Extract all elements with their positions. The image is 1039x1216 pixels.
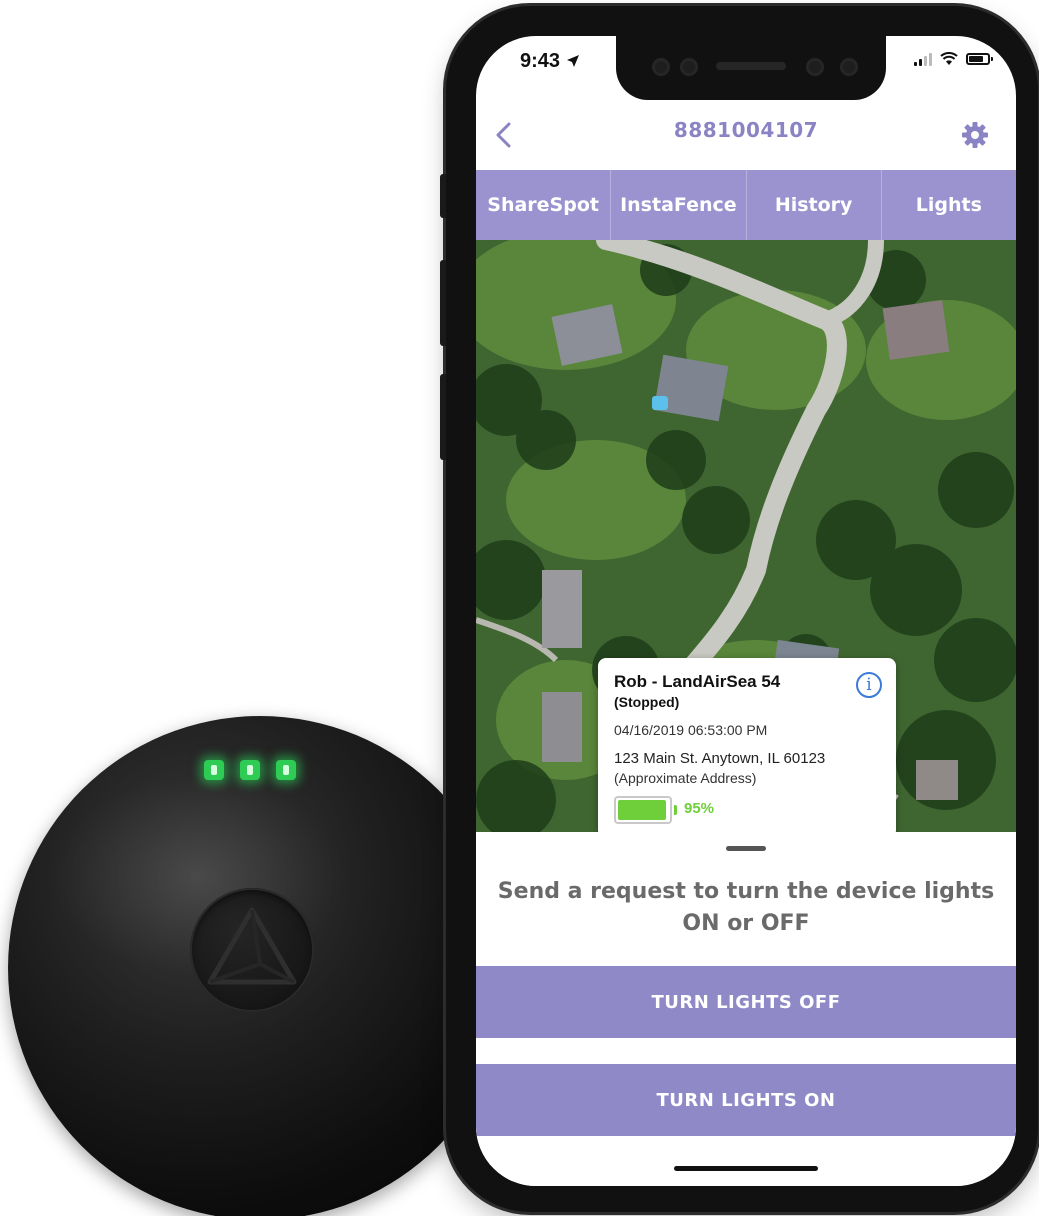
- location-arrow-icon: [566, 55, 579, 67]
- info-icon[interactable]: i: [856, 672, 882, 698]
- device-id-title: 8881004107: [673, 118, 819, 142]
- tab-history[interactable]: History: [747, 170, 882, 240]
- turn-lights-on-button[interactable]: TURN LIGHTS ON: [476, 1064, 1016, 1136]
- smartphone: 9:43 8881004107 ShareSpot InstaFence His…: [440, 6, 1038, 1212]
- vehicle-info-popup[interactable]: Rob - LandAirSea 54 (Stopped) i 04/16/20…: [598, 658, 896, 832]
- sheet-grabber[interactable]: [726, 846, 766, 851]
- address-note: (Approximate Address): [614, 770, 757, 786]
- camera-lens: [680, 58, 698, 76]
- device-logo: [190, 888, 314, 1012]
- wifi-icon: [940, 52, 958, 65]
- cellular-signal-icon: [914, 52, 932, 66]
- turn-lights-off-button[interactable]: TURN LIGHTS OFF: [476, 966, 1016, 1038]
- volume-up-button: [440, 260, 446, 346]
- led-indicator: [204, 760, 224, 780]
- tab-bar: ShareSpot InstaFence History Lights: [476, 170, 1016, 240]
- tab-instafence[interactable]: InstaFence: [611, 170, 747, 240]
- volume-down-button: [440, 374, 446, 460]
- home-indicator[interactable]: [674, 1166, 818, 1171]
- battery-level-fill: [618, 800, 666, 820]
- vehicle-address: 123 Main St. Anytown, IL 60123: [614, 750, 826, 767]
- device-status-leds: [204, 760, 296, 780]
- lights-prompt: Send a request to turn the device lights…: [497, 879, 995, 936]
- battery-icon: [966, 53, 993, 65]
- battery-terminal: [674, 805, 677, 815]
- battery-level-icon: [614, 796, 672, 824]
- sensor: [806, 58, 824, 76]
- tab-sharespot[interactable]: ShareSpot: [476, 170, 612, 240]
- satellite-map[interactable]: Rob - LandAirSea 54 (Stopped) i 04/16/20…: [476, 240, 1016, 832]
- status-time: 9:43: [520, 50, 580, 73]
- product-image: 9:43 8881004107 ShareSpot InstaFence His…: [0, 0, 1039, 1216]
- clock-text: 9:43: [520, 50, 561, 72]
- phone-notch: [616, 36, 886, 100]
- phone-screen: 9:43 8881004107 ShareSpot InstaFence His…: [476, 36, 1016, 1186]
- gear-icon: [962, 122, 988, 148]
- vehicle-state: (Stopped): [614, 694, 680, 710]
- vehicle-name: Rob - LandAirSea 54: [614, 672, 781, 691]
- sensor: [840, 58, 858, 76]
- camera-lens: [652, 58, 670, 76]
- gps-tracker-device: [8, 716, 512, 1216]
- last-update-timestamp: 04/16/2019 06:53:00 PM: [614, 722, 768, 738]
- led-indicator: [276, 760, 296, 780]
- battery-percent: 95%: [684, 800, 715, 817]
- earpiece-speaker: [716, 62, 786, 70]
- app-header: 8881004107: [476, 100, 1016, 170]
- mute-switch: [440, 174, 446, 218]
- lights-control-sheet: Send a request to turn the device lights…: [476, 832, 1016, 1186]
- tab-lights[interactable]: Lights: [882, 170, 1016, 240]
- settings-button[interactable]: [960, 120, 990, 150]
- led-indicator: [240, 760, 260, 780]
- triangle-logo-icon: [207, 907, 297, 985]
- status-icons: [914, 52, 993, 66]
